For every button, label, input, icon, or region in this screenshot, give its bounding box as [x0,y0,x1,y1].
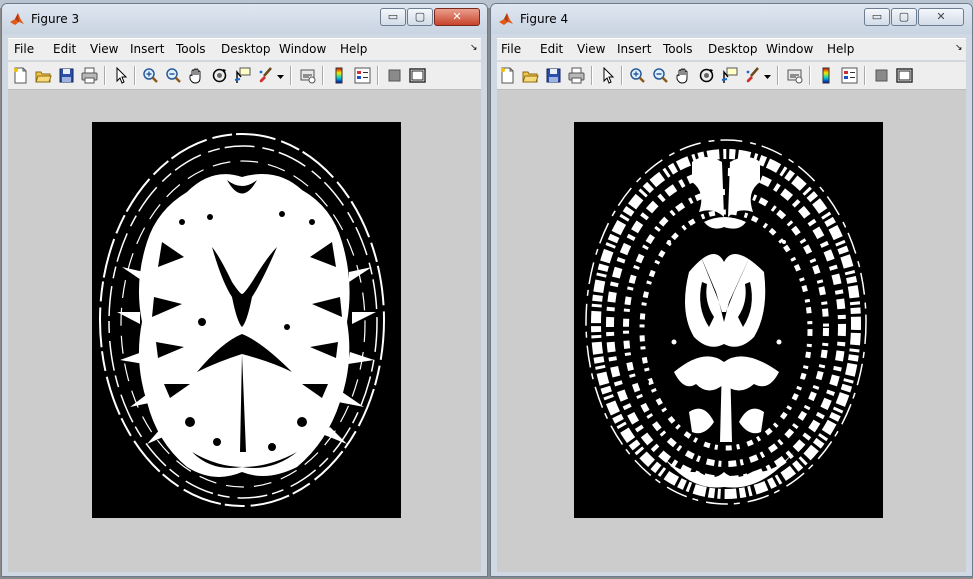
menu-help[interactable]: Help [340,42,367,56]
rotate-3d-icon[interactable] [698,67,715,84]
save-icon[interactable] [545,67,562,84]
figure-toolbar [497,61,966,90]
menu-insert[interactable]: Insert [130,42,164,56]
white-matter-segmentation-image [99,133,385,507]
toolbar-separator [290,66,292,85]
menu-overflow-icon[interactable]: ↘ [470,43,478,53]
hide-plot-tools-icon[interactable] [873,67,890,84]
menu-desktop[interactable]: Desktop [708,42,758,56]
close-button[interactable]: ✕ [918,8,964,26]
hide-plot-tools-icon[interactable] [386,67,403,84]
toolbar-separator [591,66,593,85]
data-cursor-icon[interactable] [234,67,251,84]
insert-legend-icon[interactable] [841,67,858,84]
menu-file[interactable]: File [501,42,521,56]
maximize-icon: ▢ [898,10,910,23]
brush-icon[interactable] [257,67,274,84]
brush-dropdown-icon[interactable] [763,67,772,84]
menu-bar: File Edit View Insert Tools Desktop Wind… [8,38,481,60]
show-plot-tools-icon[interactable] [409,67,426,84]
minimize-icon: ▭ [871,10,883,23]
brush-icon[interactable] [744,67,761,84]
menu-help[interactable]: Help [827,42,854,56]
maximize-button[interactable]: ▢ [407,8,433,26]
figure-4-window: Figure 4 ▭ ▢ ✕ File Edit View Insert Too… [490,3,973,577]
toolbar-separator [864,66,866,85]
link-plot-icon[interactable] [299,67,316,84]
figure-canvas [497,90,966,572]
close-icon: ✕ [936,10,946,23]
menu-window[interactable]: Window [279,42,326,56]
toolbar-separator [377,66,379,85]
menu-tools[interactable]: Tools [663,42,693,56]
print-icon[interactable] [568,67,585,84]
brush-dropdown-icon[interactable] [276,67,285,84]
new-figure-icon[interactable] [499,67,516,84]
menu-file[interactable]: File [14,42,34,56]
menu-view[interactable]: View [577,42,605,56]
menu-edit[interactable]: Edit [53,42,76,56]
minimize-button[interactable]: ▭ [380,8,406,26]
menu-overflow-icon[interactable]: ↘ [955,43,963,53]
zoom-out-icon[interactable] [165,67,182,84]
menu-insert[interactable]: Insert [617,42,651,56]
maximize-icon: ▢ [414,10,426,23]
insert-colorbar-icon[interactable] [331,67,348,84]
segmented-mri-image[interactable] [574,122,883,518]
show-plot-tools-icon[interactable] [896,67,913,84]
window-title: Figure 3 [31,12,80,26]
zoom-in-icon[interactable] [142,67,159,84]
save-icon[interactable] [58,67,75,84]
segmented-mri-image[interactable] [92,122,401,518]
toolbar-separator [621,66,623,85]
figure-canvas [8,90,481,572]
menu-desktop[interactable]: Desktop [221,42,271,56]
minimize-icon: ▭ [387,10,399,23]
matlab-logo-icon [499,13,513,25]
pan-hand-icon[interactable] [188,67,205,84]
pan-hand-icon[interactable] [675,67,692,84]
figure-3-window: Figure 3 ▭ ▢ ✕ File Edit View Insert Too… [1,3,488,577]
title-bar[interactable]: Figure 4 ▭ ▢ ✕ [491,4,972,34]
minimize-button[interactable]: ▭ [864,8,890,26]
toolbar-separator [134,66,136,85]
new-figure-icon[interactable] [12,67,29,84]
insert-colorbar-icon[interactable] [818,67,835,84]
title-bar[interactable]: Figure 3 ▭ ▢ ✕ [2,4,487,34]
edit-plot-arrow-icon[interactable] [599,67,616,84]
edit-plot-arrow-icon[interactable] [112,67,129,84]
link-plot-icon[interactable] [786,67,803,84]
maximize-button[interactable]: ▢ [891,8,917,26]
print-icon[interactable] [81,67,98,84]
window-title: Figure 4 [520,12,569,26]
menu-edit[interactable]: Edit [540,42,563,56]
open-file-icon[interactable] [522,67,539,84]
zoom-out-icon[interactable] [652,67,669,84]
insert-legend-icon[interactable] [354,67,371,84]
toolbar-separator [809,66,811,85]
menu-window[interactable]: Window [766,42,813,56]
close-icon: ✕ [452,10,462,23]
gray-matter-segmentation-image [585,139,867,505]
matlab-logo-icon [10,13,24,25]
figure-toolbar [8,61,481,90]
toolbar-separator [322,66,324,85]
menu-bar: File Edit View Insert Tools Desktop Wind… [497,38,966,60]
close-button[interactable]: ✕ [434,8,480,26]
open-file-icon[interactable] [35,67,52,84]
menu-view[interactable]: View [90,42,118,56]
zoom-in-icon[interactable] [629,67,646,84]
rotate-3d-icon[interactable] [211,67,228,84]
toolbar-separator [777,66,779,85]
toolbar-separator [104,66,106,85]
data-cursor-icon[interactable] [721,67,738,84]
menu-tools[interactable]: Tools [176,42,206,56]
